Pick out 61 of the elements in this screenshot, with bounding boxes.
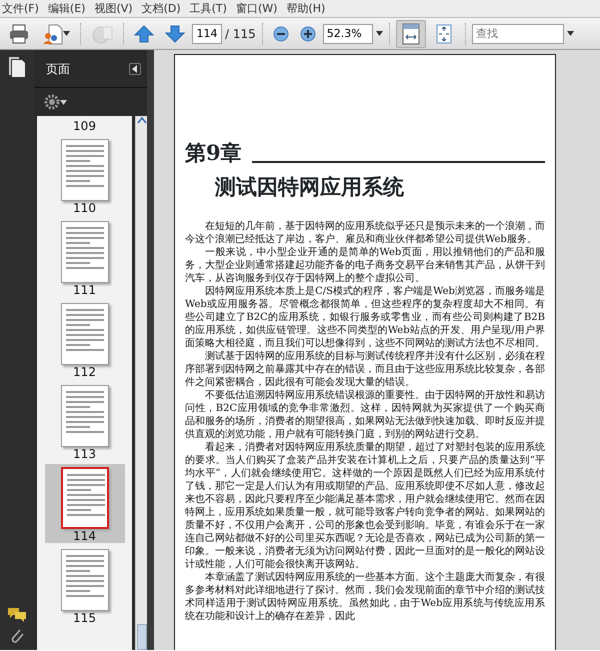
text-lines-drawing: [66, 227, 104, 272]
page-label: 113: [73, 447, 96, 461]
body-paragraph: 测试基于因特网的应用系统的目标与测试传统程序并没有什么区别，必须在程序部署到因特网之前暴露其中存在的错误，而且由于这些应用系统比较复杂，各部件之间紧密耦合，因此很有可能会发现大量的错误。: [185, 350, 545, 389]
page-thumbnail[interactable]: 114: [44, 464, 124, 543]
page-label: 109: [73, 119, 96, 133]
fit-width-button[interactable]: [396, 20, 426, 48]
triangle-left-icon: [131, 64, 139, 72]
text-lines-drawing: [66, 474, 104, 519]
caret-icon: [63, 31, 70, 36]
menu-item[interactable]: 帮助(H): [284, 0, 332, 17]
page-thumbnail[interactable]: 112: [44, 300, 124, 379]
page-label: 115: [73, 611, 96, 625]
body-paragraph: 在短短的几年前，基于因特网的应用系统似乎还只是预示未来的一个浪潮，而今这个浪潮已经抵达了岸边，客户、雇员和商业伙伴都希望公司提供Web服务。: [185, 220, 545, 246]
text-lines-drawing: [66, 555, 104, 600]
body-paragraph: 因特网应用系统本质上是C/S模式的程序，客户端是Web浏览器，而服务端是Web或应用服务器。尽管概念都很简单，但这些程序的复杂程度却大不相同。有些公司建立了B2C的应用系统，如银行服务或零售业，而有些公司则构建了B2B的应用系统，如供应链管理。这些不同类型的Web站点的开发、用户呈现/用户界面策略大相径庭，而且我们可以想像得到，这些不同网站的测试方法也不尽相同。: [185, 285, 545, 350]
caret-icon[interactable]: [376, 31, 383, 36]
page-label: 110: [73, 201, 96, 215]
page-number-field[interactable]: 114: [192, 24, 222, 44]
body-paragraph: 不要低估追溯因特网应用系统错误根源的重要性。由于因特网的开放性和易访问性，B2C应用领域的竞争非常激烈。这样，因特网就为买家提供了一个购买商品和服务的场所，消费者的期望很高，如果网站无法做到快速加载、即时反应并提供直观的浏览功能，用户就有可能转换门庭，到别的网站进行交易。: [185, 389, 545, 441]
menu-item[interactable]: 编辑(E): [46, 0, 92, 17]
arrow-up-icon: [134, 24, 154, 44]
comments-icon[interactable]: [7, 606, 27, 622]
page-label: 111: [73, 283, 96, 297]
menu-item[interactable]: 窗口(W): [234, 0, 284, 17]
scroll-up-icon[interactable]: [136, 116, 146, 124]
page-thumbnail[interactable]: 110: [44, 136, 124, 215]
menu-item[interactable]: 文档(D): [140, 0, 188, 17]
collapse-button[interactable]: [129, 62, 141, 74]
text-lines-drawing: [66, 145, 104, 190]
page-thumbnail[interactable]: 111: [44, 218, 124, 297]
caret-icon: [60, 100, 67, 104]
paperclip-icon[interactable]: [10, 628, 24, 644]
plus-icon: [300, 26, 316, 42]
menu-item[interactable]: 视图(V): [92, 0, 140, 17]
body-paragraph: 看起来，消费者对因特网应用系统质量的期望，超过了对塑封包装的应用系统的要求。当人们购买了盒装产品并安装在计算机上之后，只要产品的质量达到“平均水平”，人们就会继续使用它。这样做的一个原因是既然人们已经为应用系统付了钱，那它一定是人们认为有用或期望的产品。应用系统即使不尽如人意，修改起来也不容易，因此只要程序至少能满足基本需求，用户就会继续使用它。然而在因特网上，应用系统如果质量一般，就可能导致客户转向竞争者的网站。如果网站的质量不好，不仅用户会离开，公司的形象也会受到影响。毕竟，有谁会乐于在一家连自己网站都做不好的公司里买东西呢？无论是否喜欢，网站已成为公司新的第一印象。一般来说，消费者无须为访问网站付费，因此一旦面对的是一般化的网站设计或性能，人们可能会很快离开该网站。: [185, 441, 545, 571]
document-people-icon: [41, 22, 63, 44]
caret-icon[interactable]: [566, 31, 574, 36]
menu-item[interactable]: 工具(T): [188, 0, 234, 17]
chapter-title: 测试因特网应用系统: [215, 172, 405, 200]
panel-title: 页面: [46, 60, 70, 78]
page-label: 114: [73, 529, 96, 543]
text-lines-drawing: [66, 391, 104, 436]
page-thumbnail[interactable]: 109: [44, 116, 124, 133]
scrollbar-thumb[interactable]: [136, 624, 146, 650]
zoom-field[interactable]: 52.3%: [322, 24, 373, 44]
arrow-down-icon: [165, 24, 185, 44]
page-count: / 115: [225, 26, 256, 42]
page-thumbnail[interactable]: 113: [44, 382, 124, 461]
chapter-number: 第9章: [185, 139, 242, 167]
pages-icon[interactable]: [8, 56, 26, 78]
minus-icon: [272, 26, 289, 42]
body-paragraph: 一般来说，中小型企业开通的是简单的Web页面，用以推销他们的产品和服务，大型企业则通常搭建起功能齐备的电子商务交易平台来销售其产品，从饼干到汽车，从咨询服务到仅存于因特网上的整个虚拟公司。: [185, 246, 545, 285]
fit-width-icon: [400, 22, 422, 44]
gear-icon: [44, 94, 60, 110]
search-field[interactable]: 查找: [472, 24, 564, 44]
body-paragraph: 本章涵盖了测试因特网应用系统的一些基本方面。这个主题庞大而复杂，有很多参考材料对此详细地进行了探讨。然而，我们会发现前面的章节中介绍的测试技术同样适用于测试因特网应用系统。虽然如此，由于Web应用系统与传统应用系统在功能和设计上的确存在差异，因此: [185, 571, 545, 623]
text-lines-drawing: [66, 309, 104, 354]
page-label: 112: [73, 365, 96, 379]
page-thumbnail[interactable]: 115: [44, 546, 124, 625]
printer-icon: [8, 22, 30, 44]
menu-item[interactable]: 文件(F): [0, 0, 46, 17]
